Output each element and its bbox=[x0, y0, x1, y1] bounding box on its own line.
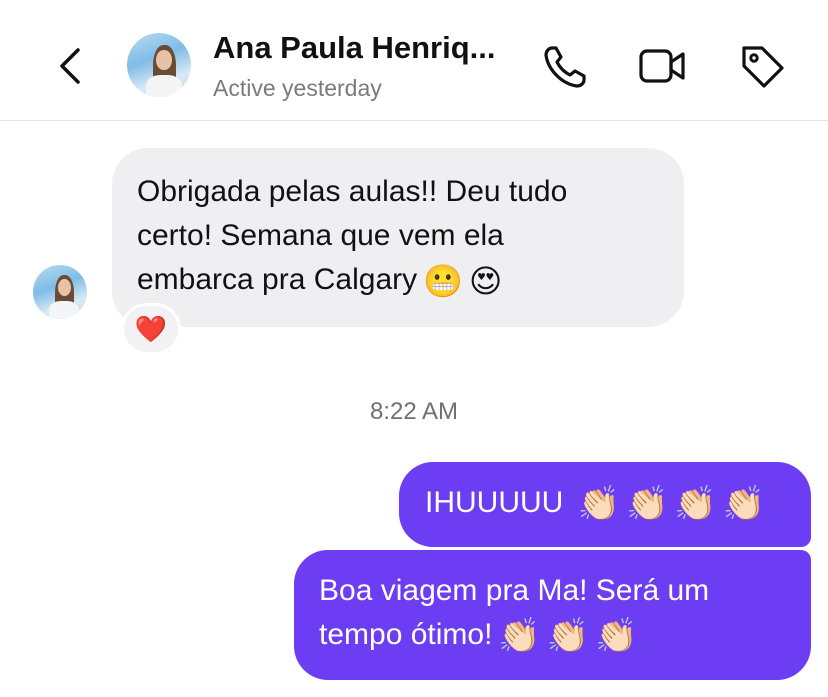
clapping-hands-emoji: 👏🏻 bbox=[722, 485, 766, 524]
clapping-hands-emoji: 👏🏻 bbox=[595, 617, 638, 656]
heart-reaction-badge[interactable]: ❤️ bbox=[121, 303, 181, 355]
clapping-hands-emoji: 👏🏻 bbox=[674, 485, 717, 524]
chat-header: Ana Paula Henriq... Active yesterday bbox=[0, 0, 828, 121]
video-camera-icon[interactable] bbox=[636, 40, 688, 92]
message-timestamp: 8:22 AM bbox=[369, 398, 459, 425]
grimacing-face-emoji: 😬 bbox=[423, 263, 463, 300]
clapping-hands-emoji: 👏🏻 bbox=[626, 485, 669, 524]
incoming-message-bubble[interactable]: Obrigada pelas aulas!! Deu tudo certo! S… bbox=[112, 148, 684, 328]
message-text: IHUUUUU bbox=[425, 486, 564, 519]
outgoing-message-bubble[interactable]: Boa viagem pra Ma! Será um tempo ótimo! 👏… bbox=[294, 550, 811, 681]
message-line: embarca pra Calgary 😬 😍 bbox=[137, 258, 658, 303]
message-line: Obrigada pelas aulas!! Deu tudo bbox=[137, 175, 568, 208]
phone-icon[interactable] bbox=[540, 40, 592, 92]
message-line: tempo ótimo! 👏🏻 👏🏻 👏🏻 bbox=[319, 613, 785, 658]
heart-eyes-emoji: 😍 bbox=[468, 263, 503, 300]
sender-avatar[interactable] bbox=[33, 265, 87, 319]
outgoing-message-bubble[interactable]: IHUUUUU 👏🏻 👏🏻 👏🏻 👏🏻 bbox=[399, 462, 811, 548]
message-line: certo! Semana que vem ela bbox=[137, 219, 504, 252]
contact-status: Active yesterday bbox=[213, 75, 382, 101]
clapping-hands-emoji: 👏🏻 bbox=[498, 617, 541, 656]
clapping-hands-emoji: 👏🏻 bbox=[546, 617, 590, 656]
message-line: Boa viagem pra Ma! Será um bbox=[319, 574, 710, 607]
clapping-hands-emoji: 👏🏻 bbox=[577, 485, 621, 524]
contact-name[interactable]: Ana Paula Henriq... bbox=[213, 30, 496, 66]
contact-avatar[interactable] bbox=[127, 33, 191, 97]
back-chevron-icon[interactable] bbox=[52, 44, 88, 88]
tag-icon[interactable] bbox=[736, 40, 788, 92]
